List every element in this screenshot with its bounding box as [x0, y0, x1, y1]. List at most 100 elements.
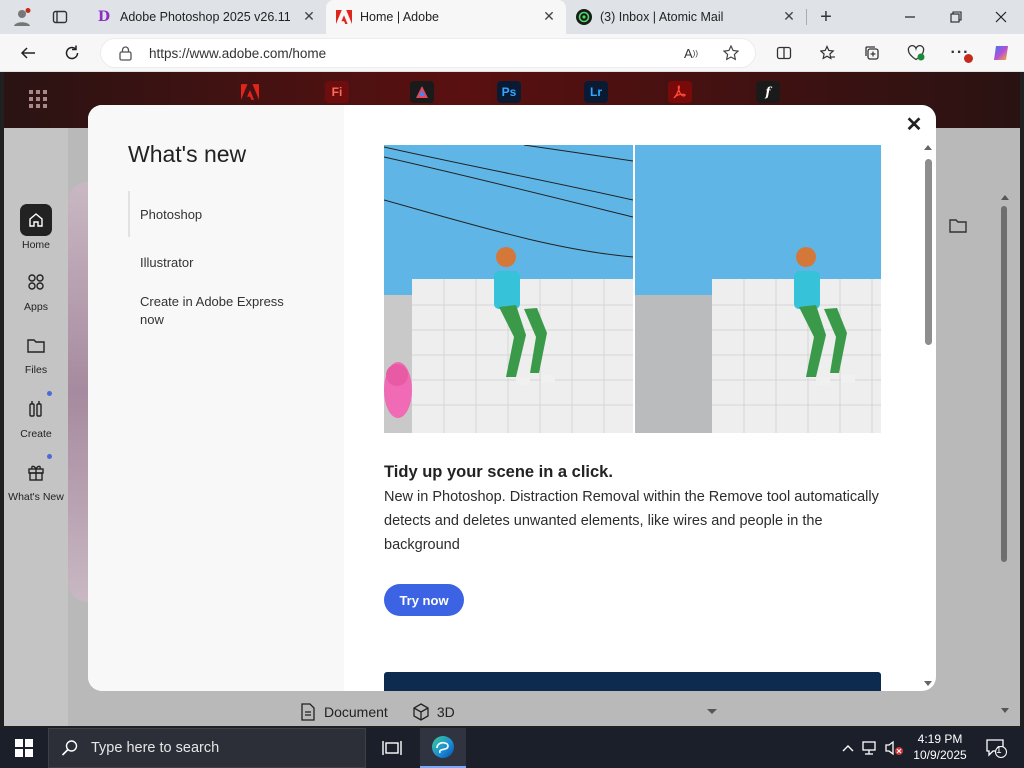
nav-files[interactable]: Files [4, 329, 68, 376]
fonts-label: f [765, 85, 771, 99]
lightroom-label: Lr [590, 85, 602, 99]
scroll-down-arrow-icon[interactable] [998, 706, 1012, 716]
clock-time: 4:19 PM [917, 732, 963, 746]
chevron-down-icon[interactable] [705, 707, 719, 717]
lock-icon[interactable] [119, 46, 132, 66]
apps-icon [20, 266, 52, 298]
system-clock[interactable]: 4:19 PM 10/9/2025 [906, 731, 974, 763]
tab-label: (3) Inbox | Atomic Mail [600, 10, 724, 24]
read-aloud-icon[interactable]: A)) [677, 40, 705, 66]
adobe-logo-icon[interactable] [238, 81, 262, 103]
express-app-icon[interactable] [410, 81, 434, 103]
scroll-down-arrow-icon[interactable] [923, 678, 933, 688]
web-page: Fi Ps Lr f Home Apps Files Create What's… [4, 72, 1020, 726]
document-filter[interactable]: Document [324, 704, 388, 720]
clock-date: 10/9/2025 [913, 748, 967, 762]
lightroom-app-icon[interactable]: Lr [584, 81, 608, 103]
restore-icon[interactable] [942, 4, 970, 30]
tab-divider [806, 9, 807, 25]
close-tab-icon[interactable]: ✕ [540, 8, 558, 25]
search-placeholder: Type here to search [91, 740, 220, 756]
3d-cube-icon [413, 703, 429, 721]
photoshop-app-icon[interactable]: Ps [497, 81, 521, 103]
nav-create[interactable]: Create [4, 391, 68, 440]
back-icon[interactable] [14, 40, 42, 66]
page-scrollbar-thumb[interactable] [1001, 206, 1007, 562]
browser-tab-strip: D Adobe Photoshop 2025 v26.11.0 ✕ Home |… [0, 0, 1024, 34]
adobe-icon [336, 9, 352, 25]
app-switcher-grid-icon[interactable] [24, 86, 52, 112]
photoshop-d-icon: D [97, 9, 111, 25]
page-scrollbar[interactable] [998, 190, 1012, 720]
nav-apps[interactable]: Apps [4, 266, 68, 313]
nav-files-label: Files [24, 364, 48, 376]
new-tab-icon[interactable]: + [812, 4, 840, 30]
notification-center-icon[interactable]: 1 [982, 735, 1010, 761]
modal-scrollbar[interactable] [924, 143, 932, 688]
profile-icon[interactable] [8, 4, 36, 30]
nav-apps-label: Apps [24, 301, 48, 313]
modal-scrollbar-thumb[interactable] [925, 159, 932, 345]
refresh-icon[interactable] [58, 40, 86, 66]
modal-nav-adobe-express[interactable]: Create in Adobe Express now [140, 293, 300, 329]
notification-count: 1 [996, 745, 1002, 756]
modal-nav-photoshop[interactable]: Photoshop [140, 206, 300, 224]
whats-new-modal: What's new Photoshop Illustrator Create … [88, 105, 936, 691]
windows-start-icon[interactable] [10, 735, 38, 761]
nav-create-label: Create [20, 428, 52, 440]
nav-home[interactable]: Home [4, 204, 68, 251]
tab-home-adobe[interactable]: Home | Adobe ✕ [326, 0, 566, 34]
firefly-app-icon[interactable]: Fi [325, 81, 349, 103]
3d-filter[interactable]: 3D [437, 704, 455, 720]
feature-description: New in Photoshop. Distraction Removal wi… [384, 489, 879, 553]
favorites-icon[interactable] [814, 40, 842, 66]
url-text: https://www.adobe.com/home [149, 46, 327, 61]
close-icon[interactable]: ✕ [904, 115, 924, 135]
folder-icon [20, 329, 52, 361]
nav-home-label: Home [21, 239, 50, 251]
scroll-up-arrow-icon[interactable] [998, 192, 1012, 202]
windows-taskbar: Type here to search 4:19 PM 10/9/2025 1 [0, 728, 1024, 768]
volume-muted-icon[interactable] [880, 735, 908, 761]
nav-whats-new-label: What's New [8, 491, 64, 503]
favorite-star-icon[interactable] [717, 40, 745, 66]
collections-icon[interactable] [858, 40, 886, 66]
nav-whats-new[interactable]: What's New [4, 454, 68, 503]
bottom-filter-row: Document 3D [300, 703, 719, 721]
browser-toolbar: https://www.adobe.com/home A)) ··· [0, 34, 1024, 72]
edge-taskbar-button[interactable] [420, 728, 466, 768]
tab-label: Adobe Photoshop 2025 v26.11.0 [120, 10, 290, 24]
notification-dot [47, 391, 52, 396]
create-icon [20, 393, 52, 425]
close-tab-icon[interactable]: ✕ [300, 8, 318, 25]
task-view-icon[interactable] [378, 735, 406, 761]
tab-atomic-mail[interactable]: (3) Inbox | Atomic Mail ✕ [566, 0, 806, 34]
search-icon [61, 740, 78, 756]
modal-sidebar: What's new Photoshop Illustrator Create … [88, 105, 344, 691]
taskbar-search-box[interactable]: Type here to search [48, 728, 366, 768]
folder-icon[interactable] [944, 212, 972, 238]
scroll-up-arrow-icon[interactable] [923, 143, 933, 153]
tab-actions-icon[interactable] [46, 4, 74, 30]
close-window-icon[interactable] [987, 4, 1015, 30]
edge-icon [432, 736, 454, 758]
acrobat-app-icon[interactable] [668, 81, 692, 103]
photoshop-label: Ps [501, 85, 517, 99]
minimize-icon[interactable] [896, 4, 924, 30]
tab-photoshop[interactable]: D Adobe Photoshop 2025 v26.11.0 ✕ [86, 0, 326, 34]
document-icon [301, 703, 315, 721]
feature-title: Tidy up your scene in a click. [384, 463, 613, 481]
address-bar[interactable]: https://www.adobe.com/home A)) [100, 38, 756, 68]
split-screen-icon[interactable] [770, 40, 798, 66]
browser-essentials-icon[interactable] [902, 40, 930, 66]
nav-selection-indicator [128, 191, 130, 237]
try-now-button[interactable]: Try now [384, 584, 464, 616]
gift-icon [20, 456, 52, 488]
notification-dot [47, 454, 52, 459]
settings-more-icon[interactable]: ··· [946, 40, 974, 66]
fonts-app-icon[interactable]: f [756, 81, 780, 103]
modal-nav-illustrator[interactable]: Illustrator [140, 254, 300, 272]
firefly-label: Fi [331, 85, 343, 99]
copilot-icon[interactable] [988, 40, 1016, 66]
close-tab-icon[interactable]: ✕ [780, 8, 798, 25]
